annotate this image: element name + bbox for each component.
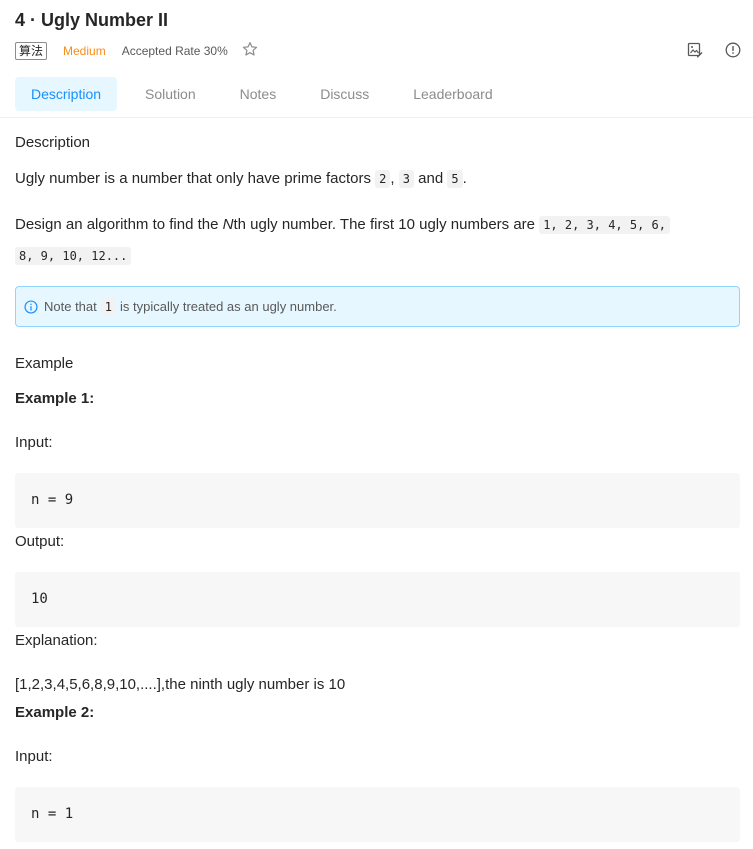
example-1-title: Example 1: xyxy=(15,390,95,407)
tab-solution[interactable]: Solution xyxy=(129,77,212,111)
factor-code-5: 5 xyxy=(447,170,463,188)
and-text: and xyxy=(413,170,448,187)
example-1-input-label: Input: xyxy=(15,434,53,451)
description-text: th ugly number. The first 10 ugly number… xyxy=(233,216,540,233)
example-1-output-label: Output: xyxy=(15,533,65,550)
info-circle-icon[interactable] xyxy=(725,42,741,58)
problem-tabs: Description Solution Notes Discuss Leade… xyxy=(15,77,521,111)
problem-meta: 算法 Medium Accepted Rate 30% xyxy=(15,41,258,61)
n-italic: N xyxy=(222,216,234,233)
description-line-2: Design an algorithm to find the Nth ugly… xyxy=(15,209,735,241)
tab-leaderboard[interactable]: Leaderboard xyxy=(397,77,508,111)
problem-title: 4 · Ugly Number II xyxy=(15,10,169,30)
note-text: Note that xyxy=(44,299,97,314)
example-2-title: Example 2: xyxy=(15,704,95,721)
tabs-divider xyxy=(0,117,753,118)
note-code: 1 xyxy=(100,297,116,316)
separator-text: , xyxy=(390,170,399,187)
image-edit-icon[interactable] xyxy=(687,42,703,58)
description-heading: Description xyxy=(15,134,91,151)
factor-code-3: 3 xyxy=(398,170,414,188)
example-2-input-code: n = 1 xyxy=(15,787,740,842)
header-actions xyxy=(687,42,741,58)
example-1-input-code: n = 9 xyxy=(15,473,740,528)
example-2-input-label: Input: xyxy=(15,748,53,765)
description-line-3: 8, 9, 10, 12... xyxy=(15,240,735,272)
ugly-numbers-code-cont: 8, 9, 10, 12... xyxy=(15,247,132,265)
accepted-rate: Accepted Rate 30% xyxy=(121,44,228,58)
favorite-star-icon[interactable] xyxy=(242,41,258,61)
algorithm-tag[interactable]: 算法 xyxy=(15,42,48,60)
note-text: is typically treated as an ugly number. xyxy=(120,299,337,314)
example-heading: Example xyxy=(15,355,74,372)
description-line-1: Ugly number is a number that only have p… xyxy=(15,163,735,195)
period-text: . xyxy=(462,170,467,187)
tab-description[interactable]: Description xyxy=(15,77,118,111)
note-alert: Note that 1 is typically treated as an u… xyxy=(15,286,740,327)
ugly-numbers-code: 1, 2, 3, 4, 5, 6, xyxy=(539,216,671,234)
difficulty-badge: Medium xyxy=(63,44,106,58)
tab-discuss[interactable]: Discuss xyxy=(304,77,385,111)
description-text: Design an algorithm to find the xyxy=(15,216,223,233)
info-icon xyxy=(24,299,38,314)
description-text: Ugly number is a number that only have p… xyxy=(15,170,376,187)
example-1-output-code: 10 xyxy=(15,572,740,627)
example-1-explanation-label: Explanation: xyxy=(15,632,98,649)
tab-notes[interactable]: Notes xyxy=(224,77,293,111)
example-1-explanation: [1,2,3,4,5,6,8,9,10,....],the ninth ugly… xyxy=(15,676,346,693)
factor-code-2: 2 xyxy=(375,170,391,188)
